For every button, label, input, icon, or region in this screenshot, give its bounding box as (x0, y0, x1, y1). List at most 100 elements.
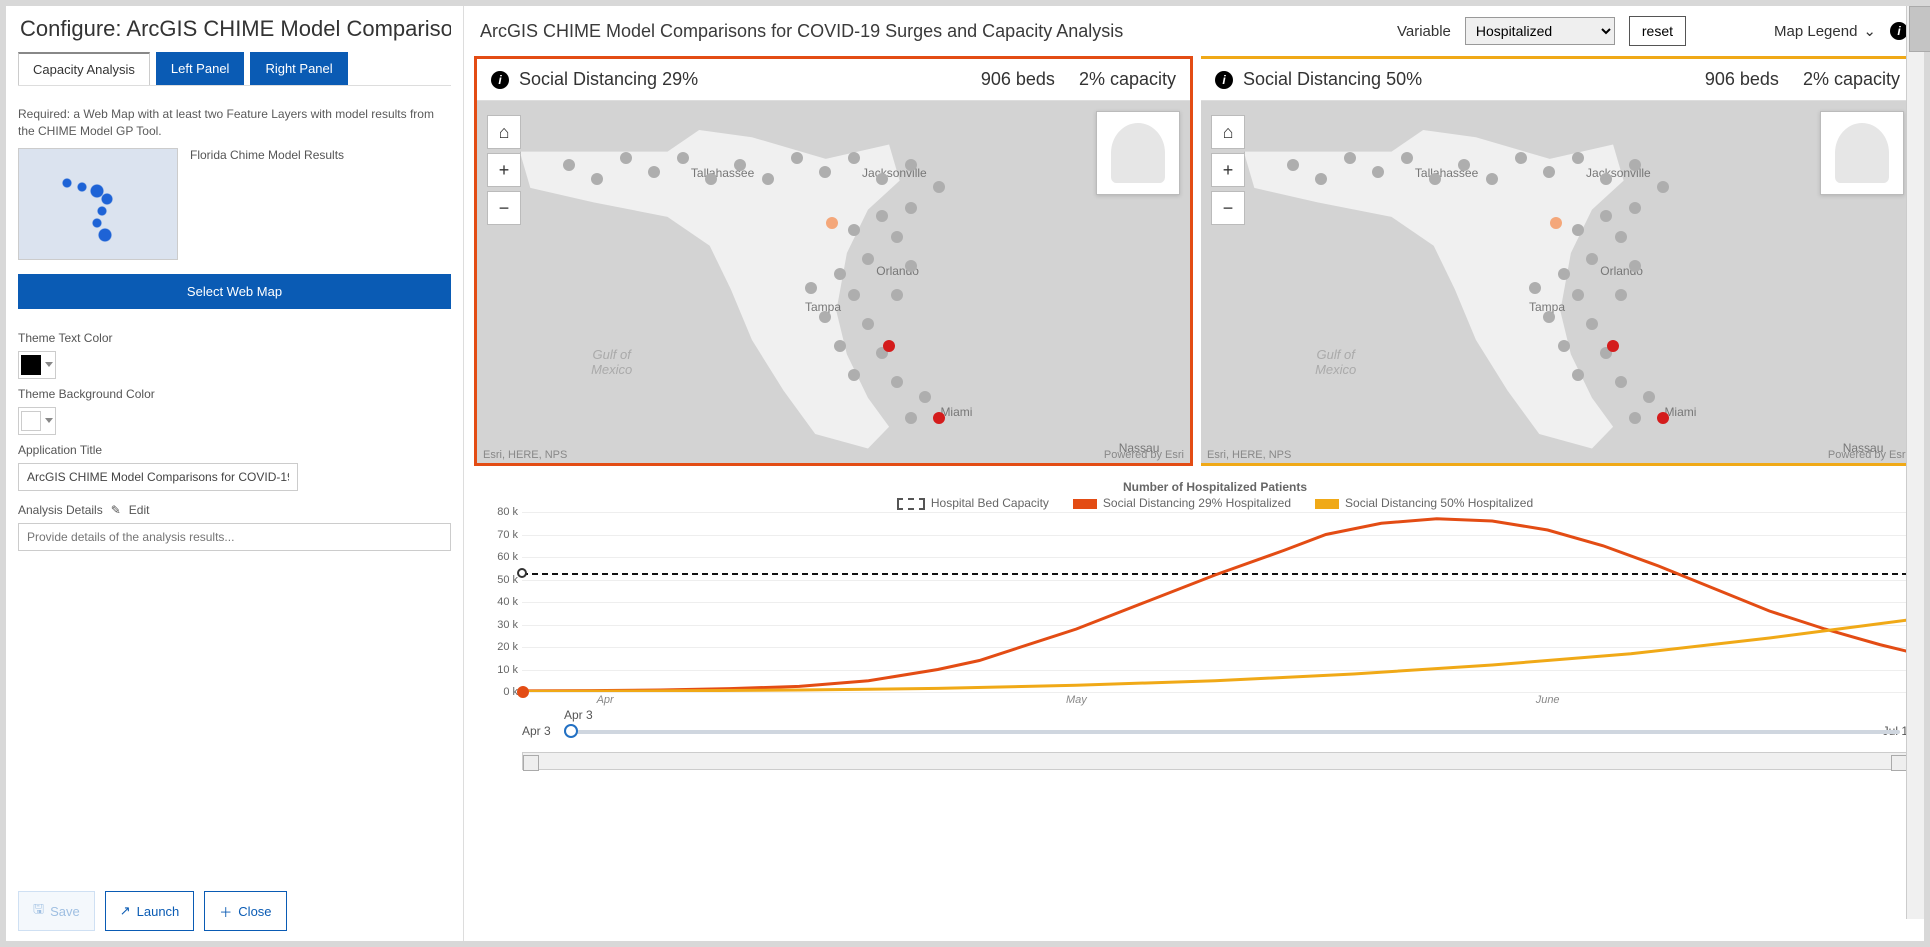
zoom-in-button[interactable]: + (487, 153, 521, 187)
chart-title: Number of Hospitalized Patients (522, 480, 1908, 494)
map-panel-left: i Social Distancing 29% 906 beds 2% capa… (474, 56, 1193, 466)
county-dot (862, 318, 874, 330)
county-dot (677, 152, 689, 164)
zoom-out-button[interactable]: − (1211, 191, 1245, 225)
county-dot (791, 152, 803, 164)
county-dot (1529, 282, 1541, 294)
county-dot (1572, 369, 1584, 381)
close-icon: ＋ (219, 902, 232, 921)
map-right-canvas[interactable]: ⌂ + − Esri, HERE, NPS Powered by Esri Ta… (1201, 101, 1914, 463)
county-dot (1615, 231, 1627, 243)
map-panel-right: i Social Distancing 50% 906 beds 2% capa… (1201, 56, 1914, 466)
chart-area: Number of Hospitalized Patients Hospital… (474, 472, 1914, 770)
county-dot (1572, 224, 1584, 236)
slider-top-label: Apr 3 (564, 708, 593, 722)
webmap-thumbnail-label: Florida Chime Model Results (190, 148, 344, 162)
theme-bg-color-picker[interactable] (18, 407, 56, 435)
analysis-details-edit-link[interactable]: Edit (129, 503, 150, 517)
time-slider[interactable]: Apr 3 Apr 3 Jul 1 (522, 714, 1908, 742)
county-dot (919, 391, 931, 403)
county-dot (620, 152, 632, 164)
vertical-scrollbar[interactable] (1906, 6, 1924, 919)
map-right-capacity: 2% capacity (1803, 69, 1900, 90)
highlight-dot (883, 340, 895, 352)
theme-text-color-label: Theme Text Color (18, 331, 451, 345)
pencil-icon: ✎ (111, 503, 121, 517)
variable-label: Variable (1397, 23, 1451, 40)
config-panel: Configure: ArcGIS CHIME Model Comparison… (6, 6, 464, 941)
launch-button[interactable]: ↗ Launch (105, 891, 195, 931)
webmap-thumbnail[interactable] (18, 148, 178, 260)
county-dot (848, 369, 860, 381)
zoom-out-button[interactable]: − (487, 191, 521, 225)
select-web-map-button[interactable]: Select Web Map (18, 274, 451, 309)
y-tick: 0 k (482, 686, 518, 698)
city-label-jacksonville: Jacksonville (862, 166, 927, 180)
chart-legend: Hospital Bed Capacity Social Distancing … (522, 496, 1908, 510)
county-dot (734, 159, 746, 171)
tab-left-panel[interactable]: Left Panel (156, 52, 245, 85)
county-dot (848, 289, 860, 301)
map-left-canvas[interactable]: ⌂ + − Esri, HERE, NPS Powered by Esri Ta… (477, 101, 1190, 463)
map-left-beds: 906 beds (981, 69, 1055, 90)
home-button[interactable]: ⌂ (487, 115, 521, 149)
save-icon: 🖫 (33, 900, 44, 922)
y-tick: 60 k (482, 551, 518, 563)
variable-select[interactable]: Hospitalized (1465, 17, 1615, 45)
county-dot (1629, 202, 1641, 214)
map-left-title: Social Distancing 29% (519, 69, 698, 90)
chart-canvas: 0 k10 k20 k30 k40 k50 k60 k70 k80 kAprMa… (522, 512, 1908, 692)
city-label-jacksonville: Jacksonville (1586, 166, 1651, 180)
map-legend-toggle[interactable]: Map Legend ⌄ (1774, 22, 1876, 40)
county-dot (891, 231, 903, 243)
county-dot (1458, 159, 1470, 171)
city-label-nassau: Nassau (1843, 441, 1884, 455)
theme-text-color-picker[interactable] (18, 351, 56, 379)
chevron-down-icon: ⌄ (1863, 22, 1876, 40)
application-title-input[interactable] (18, 463, 298, 491)
info-icon[interactable]: i (1215, 71, 1233, 89)
y-tick: 20 k (482, 641, 518, 653)
zoom-in-button[interactable]: + (1211, 153, 1245, 187)
info-icon[interactable]: i (491, 71, 509, 89)
horizontal-scrollbar[interactable] (522, 752, 1908, 770)
tab-right-panel[interactable]: Right Panel (250, 52, 347, 85)
county-dot (805, 282, 817, 294)
county-dot (1629, 412, 1641, 424)
reset-button[interactable]: reset (1629, 16, 1686, 46)
map-right-title: Social Distancing 50% (1243, 69, 1422, 90)
required-instructions: Required: a Web Map with at least two Fe… (18, 106, 451, 140)
county-dot (862, 253, 874, 265)
close-button[interactable]: ＋ Close (204, 891, 286, 931)
analysis-details-input[interactable] (18, 523, 451, 551)
user-widget[interactable] (1096, 111, 1180, 195)
main-view: ArcGIS CHIME Model Comparisons for COVID… (464, 6, 1924, 941)
county-dot (1629, 159, 1641, 171)
highlight-dot (933, 412, 945, 424)
county-dot (1515, 152, 1527, 164)
county-dot (563, 159, 575, 171)
city-label-miami: Miami (1664, 405, 1696, 419)
county-dot (1401, 152, 1413, 164)
launch-icon: ↗ (120, 903, 131, 919)
highlight-dot (1657, 412, 1669, 424)
y-tick: 40 k (482, 596, 518, 608)
county-dot (1586, 253, 1598, 265)
county-dot (834, 340, 846, 352)
county-dot (933, 181, 945, 193)
county-dot (848, 224, 860, 236)
home-button[interactable]: ⌂ (1211, 115, 1245, 149)
tab-capacity-analysis[interactable]: Capacity Analysis (18, 52, 150, 85)
y-tick: 80 k (482, 506, 518, 518)
save-button: 🖫 Save (18, 891, 95, 931)
county-dot (891, 289, 903, 301)
gulf-label: Gulf ofMexico (1315, 347, 1356, 377)
user-widget[interactable] (1820, 111, 1904, 195)
map-left-capacity: 2% capacity (1079, 69, 1176, 90)
slider-handle[interactable] (564, 724, 578, 738)
gulf-label: Gulf ofMexico (591, 347, 632, 377)
map-attribution: Esri, HERE, NPS (483, 449, 567, 461)
county-dot (1287, 159, 1299, 171)
county-dot (905, 412, 917, 424)
city-label-nassau: Nassau (1119, 441, 1160, 455)
